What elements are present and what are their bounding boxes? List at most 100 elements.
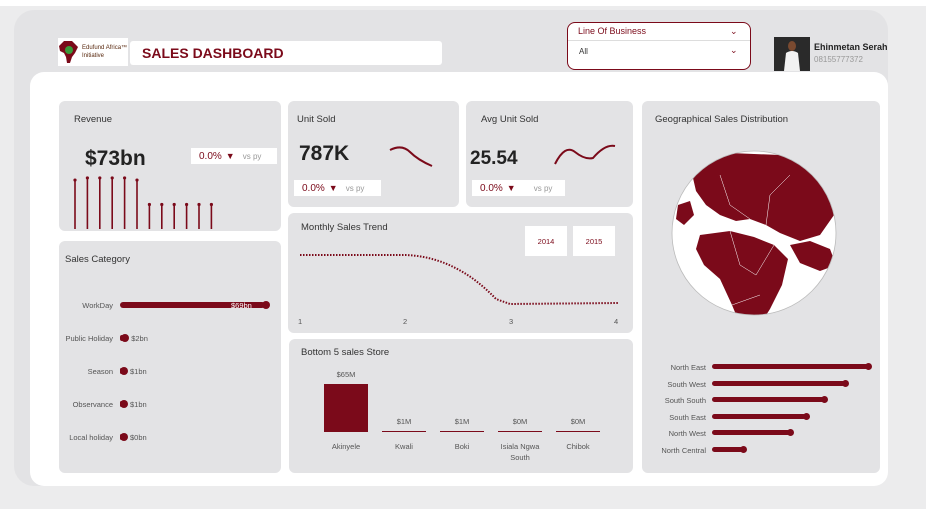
avg-unit-change: 0.0% [480,182,503,194]
chevron-up-icon[interactable]: ⌄ [730,26,740,36]
bottom-stores-card: Bottom 5 sales Store $65M Akinyele $1M Kwal… [289,339,633,473]
store-name: Akinyele [331,442,361,451]
avatar [774,37,810,71]
category-value: $1bn [130,400,147,409]
category-title: Sales Category [65,254,130,265]
category-value: $69bn [231,301,252,310]
filter-value: All [579,47,588,56]
unit-sold-change: 0.0% [302,182,325,194]
category-label: WorkDay [82,301,113,310]
avg-unit-change-box: 0.0% ▼ vs py [472,180,565,196]
unit-sold-vs: vs py [345,183,365,193]
revenue-sparkline [73,176,213,229]
revenue-spark-dot [73,178,77,182]
user-phone: 08155777372 [814,55,863,64]
x-tick-3: 3 [509,317,514,326]
store-value: $0M [570,417,586,426]
revenue-spark-dot [172,202,176,207]
sales-category-card: Sales Category WorkDay $69bn Public Holida… [59,241,281,473]
x-tick-4: 4 [614,317,619,326]
region-bar[interactable] [712,447,744,452]
geo-title: Geographical Sales Distribution [655,114,789,125]
region-bar[interactable] [712,413,806,419]
logo-line2: Initiative [82,53,105,59]
category-value: $0bn [130,433,147,442]
down-triangle-icon: ▼ [506,183,516,193]
region-label: North East [670,363,706,372]
category-label: Observance [72,400,113,409]
store-value: $0M [512,417,528,426]
down-triangle-icon: ▼ [328,183,338,193]
category-bar-end [121,334,130,342]
category-value: $1bn [130,367,147,376]
store-value: $1M [396,417,412,426]
region-bar-end [787,429,794,437]
x-tick-1: 1 [298,317,303,326]
store-bar[interactable] [382,431,426,432]
region-bar[interactable] [712,397,825,403]
category-label: Season [87,367,113,376]
region-bar[interactable] [712,430,790,436]
revenue-spark-dot [98,176,102,180]
avg-unit-vs: vs py [533,183,553,193]
store-name: Boki [454,442,470,451]
user-name: Ehinmetan Serah [814,42,888,52]
chevron-down-icon[interactable]: ⌄ [730,45,740,55]
revenue-spark-dot [209,202,213,207]
region-label: North West [668,429,706,439]
revenue-change-box: 0.0% ▼ vs py [191,148,277,164]
top-strip [0,0,926,6]
trend-title: Monthly Sales Trend [301,222,388,233]
line-of-business-filter[interactable]: Line Of Business ⌄ All ⌄ [567,22,751,70]
avg-unit-card: Avg Unit Sold 25.54 0.0% ▼ vs py [466,101,633,207]
x-tick-2: 2 [403,317,408,326]
store-name: Chibok [566,442,590,451]
down-triangle-icon: ▼ [225,151,235,161]
category-bar-end [120,367,128,375]
revenue-vs: vs py [242,151,262,161]
store-bar[interactable] [440,431,484,432]
store-bar[interactable] [556,431,600,432]
category-bar-end [120,433,128,441]
region-bar-end [821,396,829,404]
avg-unit-title: Avg Unit Sold [481,114,539,125]
category-bar-end [262,301,270,309]
store-bar[interactable] [324,384,368,432]
revenue-spark-dot [147,202,151,207]
region-label: South East [669,412,706,422]
africa-logo-icon [59,41,78,63]
logo-line1: Edufund Africa™ [82,45,128,51]
filter-divider [568,40,750,41]
region-bar[interactable] [712,364,868,369]
category-label: Public Holiday [65,334,113,343]
title-box: SALES DASHBOARD [130,41,442,65]
revenue-card: Revenue $73bn 0.0% ▼ vs py [59,101,281,231]
revenue-spark-dot [185,202,189,207]
category-bar-end [120,400,128,408]
store-bar[interactable] [498,431,542,432]
region-bar-end [841,379,849,387]
region-bar-end [865,363,872,370]
trend-line [300,254,619,306]
revenue-spark-dot [160,202,164,207]
revenue-change: 0.0% [199,150,222,162]
store-value: $1M [454,417,470,426]
revenue-title: Revenue [74,114,113,125]
region-label: South South [664,396,706,406]
unit-sold-change-box: 0.0% ▼ vs py [294,180,381,196]
revenue-spark-dot [110,176,114,180]
category-label: Local holiday [69,433,113,442]
unit-sold-value: 787K [299,142,350,165]
revenue-spark-dot [85,176,89,180]
region-bar[interactable] [712,380,845,386]
store-name: Kwali [395,442,413,451]
globe-map-icon [671,150,837,316]
avg-unit-value: 25.54 [470,148,518,169]
unit-sold-title: Unit Sold [297,114,336,125]
category-value: $2bn [131,334,148,343]
revenue-spark-dot [197,202,201,207]
region-bar-end [802,412,810,420]
revenue-value: $73bn [85,147,146,170]
unit-sold-sparkline [389,146,433,167]
logo: Edufund Africa™ Initiative [58,38,128,66]
